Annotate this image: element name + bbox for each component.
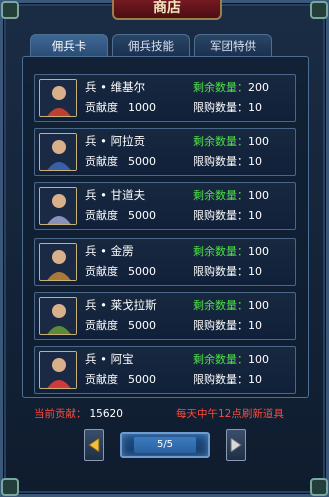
item-contribution: 贡献度 5000 <box>85 263 156 279</box>
item-limit: 限购数量：10 <box>193 265 262 278</box>
remaining-number: 200 <box>248 81 269 94</box>
tab-mercenary-cards[interactable]: 佣兵卡 <box>30 34 108 56</box>
window-title: 商店 <box>112 0 222 20</box>
remaining-text: 剩余数量： <box>193 299 248 312</box>
shop-item-row[interactable]: 兵 • 维基尔 贡献度 1000 剩余数量：200 限购数量：10 <box>34 74 296 122</box>
item-name: 兵 • 阿宝 <box>85 352 134 366</box>
shop-item-row[interactable]: 兵 • 阿拉贡 贡献度 5000 剩余数量：100 限购数量：10 <box>34 128 296 176</box>
remaining-number: 100 <box>248 189 269 202</box>
item-limit: 限购数量：10 <box>193 155 262 168</box>
contribution-label: 贡献度 <box>85 319 118 332</box>
item-name: 兵 • 金雳 <box>85 244 134 258</box>
refresh-note: 每天中午12点刷新道具 <box>176 408 284 420</box>
tab-legion-special[interactable]: 军团特供 <box>194 34 272 56</box>
item-limit: 限购数量：10 <box>193 209 262 222</box>
contribution-value: 1000 <box>128 101 156 114</box>
item-contribution: 贡献度 5000 <box>85 207 156 223</box>
remaining-number: 100 <box>248 245 269 258</box>
contribution-value: 5000 <box>128 209 156 222</box>
remaining-text: 剩余数量： <box>193 353 248 366</box>
item-limit: 限购数量：10 <box>193 373 262 386</box>
frame-corner-ornament <box>310 478 328 496</box>
remaining-text: 剩余数量： <box>193 81 248 94</box>
remaining-number: 100 <box>248 353 269 366</box>
remaining-number: 100 <box>248 299 269 312</box>
item-remaining: 剩余数量：100 <box>193 133 269 149</box>
shop-item-row[interactable]: 兵 • 莱戈拉斯 贡献度 5000 剩余数量：100 限购数量：10 <box>34 292 296 340</box>
contribution-value: 5000 <box>128 155 156 168</box>
contribution-label: 贡献度 <box>85 155 118 168</box>
item-contribution: 贡献度 5000 <box>85 153 156 169</box>
mercenary-portrait <box>39 187 77 225</box>
arrow-left-icon <box>88 438 100 452</box>
page-indicator: 5/5 <box>134 437 196 453</box>
mercenary-portrait <box>39 351 77 389</box>
mercenary-portrait <box>39 243 77 281</box>
remaining-text: 剩余数量： <box>193 189 248 202</box>
item-contribution: 贡献度 1000 <box>85 99 156 115</box>
item-contribution: 贡献度 5000 <box>85 371 156 387</box>
item-remaining: 剩余数量：200 <box>193 79 269 95</box>
shop-item-row[interactable]: 兵 • 甘道夫 贡献度 5000 剩余数量：100 限购数量：10 <box>34 182 296 230</box>
contribution-value: 5000 <box>128 265 156 278</box>
frame-corner-ornament <box>1 478 19 496</box>
prev-page-button[interactable] <box>84 429 104 461</box>
current-contribution-value: 15620 <box>89 408 123 420</box>
frame-corner-ornament <box>1 1 19 19</box>
item-contribution: 贡献度 5000 <box>85 317 156 333</box>
item-remaining: 剩余数量：100 <box>193 243 269 259</box>
item-name: 兵 • 维基尔 <box>85 80 146 94</box>
current-contribution-label: 当前贡献： <box>34 408 87 420</box>
next-page-button[interactable] <box>226 429 246 461</box>
shop-item-row[interactable]: 兵 • 金雳 贡献度 5000 剩余数量：100 限购数量：10 <box>34 238 296 286</box>
mercenary-portrait <box>39 297 77 335</box>
tab-mercenary-skills[interactable]: 佣兵技能 <box>112 34 190 56</box>
item-limit: 限购数量：10 <box>193 101 262 114</box>
remaining-number: 100 <box>248 135 269 148</box>
item-name: 兵 • 莱戈拉斯 <box>85 298 157 312</box>
contribution-label: 贡献度 <box>85 265 118 278</box>
contribution-value: 5000 <box>128 319 156 332</box>
page-indicator-box: 5/5 <box>120 432 210 458</box>
remaining-text: 剩余数量： <box>193 245 248 258</box>
item-name: 兵 • 阿拉贡 <box>85 134 146 148</box>
item-remaining: 剩余数量：100 <box>193 297 269 313</box>
item-remaining: 剩余数量：100 <box>193 187 269 203</box>
shop-item-row[interactable]: 兵 • 阿宝 贡献度 5000 剩余数量：100 限购数量：10 <box>34 346 296 394</box>
contribution-value: 5000 <box>128 373 156 386</box>
mercenary-portrait <box>39 79 77 117</box>
item-limit: 限购数量：10 <box>193 319 262 332</box>
contribution-label: 贡献度 <box>85 373 118 386</box>
shop-tabs: 佣兵卡 佣兵技能 军团特供 <box>30 34 272 56</box>
contribution-label: 贡献度 <box>85 101 118 114</box>
frame-corner-ornament <box>310 1 328 19</box>
mercenary-portrait <box>39 133 77 171</box>
remaining-text: 剩余数量： <box>193 135 248 148</box>
contribution-label: 贡献度 <box>85 209 118 222</box>
current-contribution: 当前贡献： 15620 <box>34 406 123 421</box>
item-name: 兵 • 甘道夫 <box>85 188 146 202</box>
arrow-right-icon <box>230 438 242 452</box>
item-remaining: 剩余数量：100 <box>193 351 269 367</box>
